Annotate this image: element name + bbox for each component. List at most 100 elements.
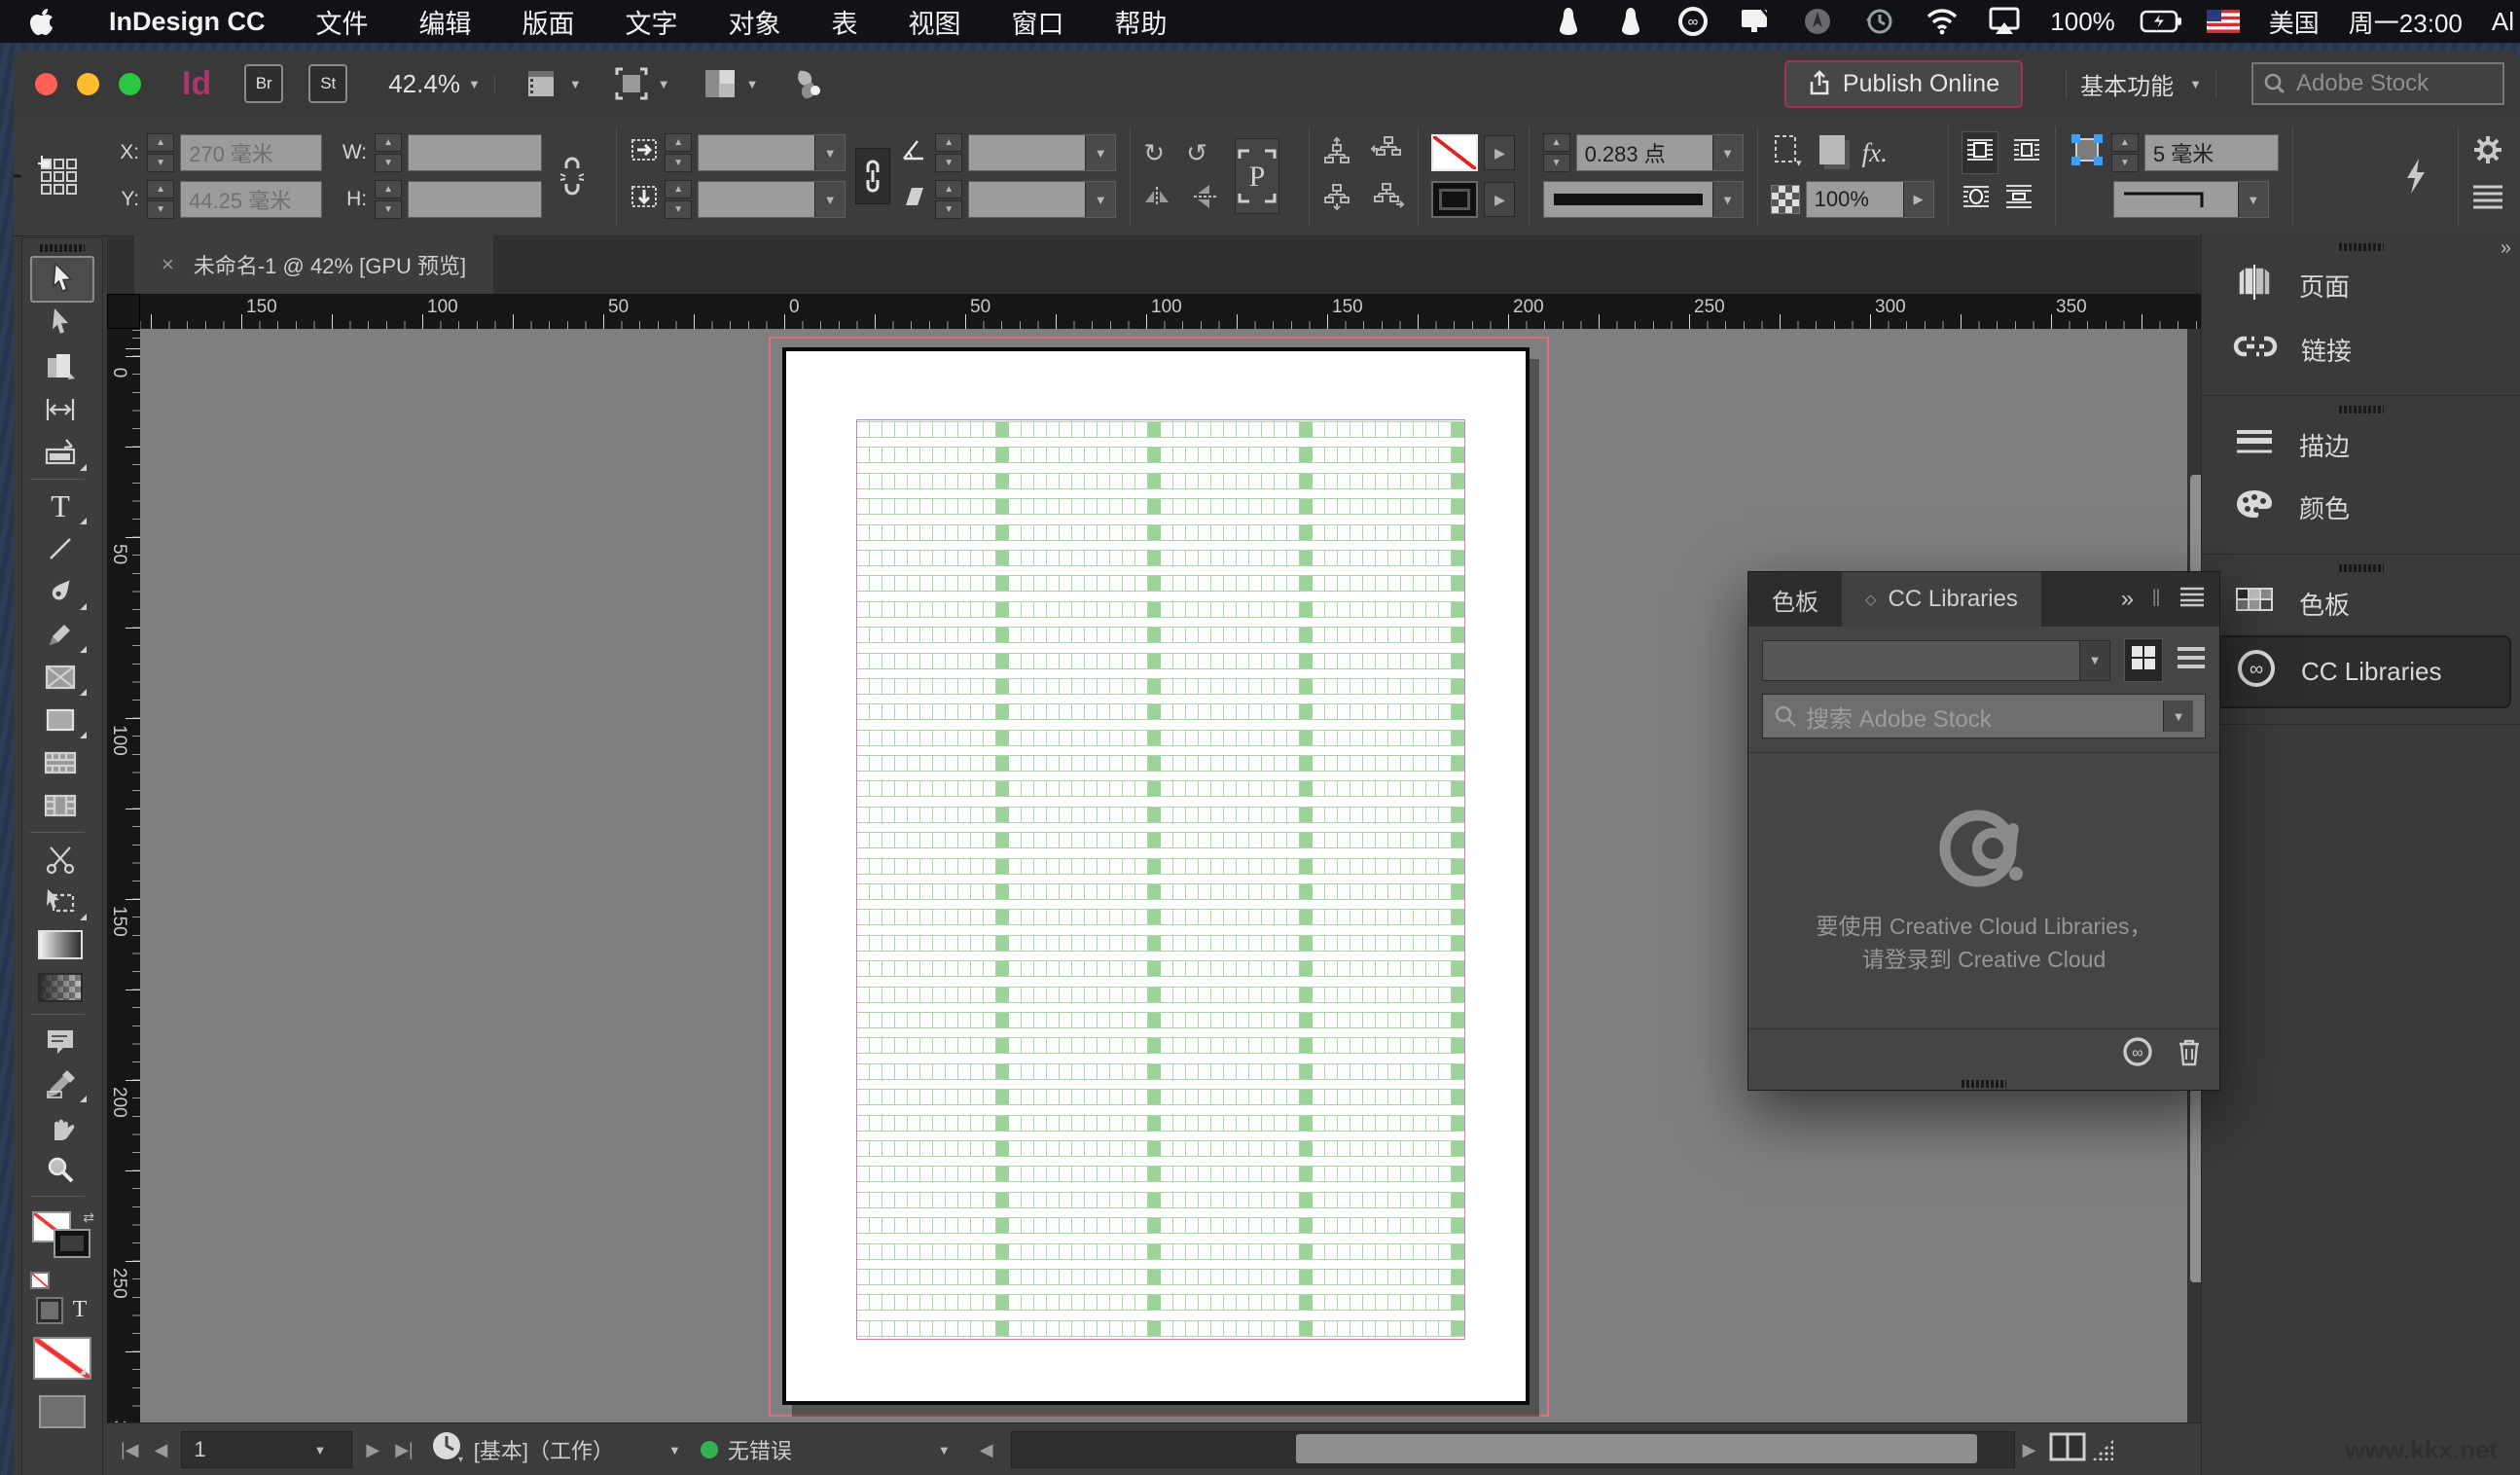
bring-to-front-button[interactable] xyxy=(1370,135,1404,170)
rotate-cw-button[interactable]: ↻ xyxy=(1143,138,1165,168)
content-collector-tool[interactable] xyxy=(30,431,90,474)
horizontal-scrollbar-thumb[interactable] xyxy=(1295,1434,1977,1463)
menubar-app-name[interactable]: InDesign CC xyxy=(109,7,266,37)
rotate-ccw-button[interactable]: ↺ xyxy=(1186,138,1207,168)
y-position-field[interactable]: 44.25 毫米 xyxy=(180,181,323,218)
gradient-feather-tool[interactable] xyxy=(30,966,90,1009)
us-flag-icon[interactable] xyxy=(2206,5,2240,38)
display-pen-icon[interactable] xyxy=(1739,5,1772,38)
stroke-weight-dropdown[interactable]: 0.283 点 ▼ xyxy=(1575,134,1744,171)
scale-x-dropdown[interactable]: ▼ xyxy=(698,134,846,171)
zoom-window-button[interactable] xyxy=(119,72,141,95)
type-tool[interactable]: T xyxy=(30,485,90,527)
wifi-icon[interactable] xyxy=(1926,5,1959,38)
scale-x-stepper[interactable]: ▲ ▼ xyxy=(665,133,693,172)
collapse-panel-chevrons[interactable]: » xyxy=(2121,586,2134,613)
send-backward-button[interactable] xyxy=(1322,182,1351,217)
frame-edges-dropdown[interactable]: ▼ xyxy=(613,65,670,102)
swap-fill-stroke-icon[interactable]: ⇄ xyxy=(83,1209,94,1226)
y-stepper[interactable]: ▲ ▼ xyxy=(147,180,175,219)
document-tab[interactable]: × 未命名-1 @ 42% [GPU 预览] xyxy=(134,235,494,294)
view-options-dropdown[interactable]: ▼ xyxy=(524,65,582,102)
stroke-swatch[interactable] xyxy=(1431,181,1479,218)
no-text-wrap-button[interactable] xyxy=(1961,131,1998,174)
next-page-button[interactable]: ▶ xyxy=(366,1440,379,1460)
close-window-button[interactable] xyxy=(35,72,57,95)
stroke-proxy-swatch[interactable] xyxy=(54,1229,90,1258)
opacity-field[interactable]: 100% ▶ xyxy=(1805,181,1934,218)
menu-type[interactable]: 文字 xyxy=(626,3,678,41)
menu-help[interactable]: 帮助 xyxy=(1115,3,1168,41)
apple-menu-icon[interactable] xyxy=(25,5,58,38)
bird-status-icon-2[interactable] xyxy=(1614,5,1647,38)
rotation-stepper[interactable]: ▲ ▼ xyxy=(935,133,963,172)
creative-cloud-menubar-icon[interactable]: ∞ xyxy=(1676,5,1710,38)
bird-status-icon-1[interactable] xyxy=(1552,5,1585,38)
preflight-status-label[interactable]: 无错误 xyxy=(728,1434,792,1465)
corner-radius-field[interactable]: 5 毫米 xyxy=(2143,134,2279,171)
send-to-back-button[interactable] xyxy=(1371,182,1405,217)
last-page-button[interactable]: ▶| xyxy=(395,1440,414,1460)
menu-window[interactable]: 窗口 xyxy=(1012,3,1064,41)
tools-panel-grip[interactable] xyxy=(40,244,85,252)
library-select-dropdown[interactable]: ▼ xyxy=(1762,639,2110,681)
gap-tool[interactable] xyxy=(30,388,90,431)
constrain-proportions-broken-link-icon[interactable] xyxy=(558,157,587,196)
rotation-dropdown[interactable]: ▼ xyxy=(968,134,1117,171)
horizontal-scrollbar[interactable] xyxy=(1010,1431,2015,1468)
eyedropper-tool[interactable] xyxy=(30,1062,90,1105)
horizontal-ruler[interactable]: 150 100 50 0 50 100 150 200 250 300 350 xyxy=(140,294,2214,329)
scale-y-stepper[interactable]: ▲ ▼ xyxy=(665,180,693,219)
cc-panel-resize-grip[interactable] xyxy=(1962,1080,2006,1088)
zoom-tool[interactable] xyxy=(30,1148,90,1191)
airplay-icon[interactable] xyxy=(1988,5,2021,38)
jump-object-button[interactable] xyxy=(2004,182,2034,217)
pen-tool[interactable] xyxy=(30,570,90,613)
corner-radius-stepper[interactable]: ▲ ▼ xyxy=(2110,133,2139,172)
list-view-button[interactable] xyxy=(2177,646,2206,674)
fill-swatch-none[interactable] xyxy=(1431,134,1479,171)
menu-file[interactable]: 文件 xyxy=(316,3,369,41)
rectangle-tool[interactable] xyxy=(30,699,90,741)
bridge-button[interactable]: Br xyxy=(244,64,284,103)
menu-layout[interactable]: 版面 xyxy=(522,3,575,41)
dock-item-pages[interactable]: 页面 xyxy=(2212,253,2511,318)
page-tool[interactable] xyxy=(30,345,90,388)
selection-tool[interactable] xyxy=(30,256,94,303)
constrain-scale-link-button[interactable] xyxy=(855,148,891,204)
ruler-origin-corner[interactable] xyxy=(107,294,140,329)
control-panel-gear-icon[interactable] xyxy=(2471,133,2504,172)
gpu-performance-icon[interactable] xyxy=(2403,157,2429,196)
default-fill-stroke-icon[interactable] xyxy=(30,1272,50,1289)
effects-fx-button[interactable]: fx. xyxy=(1862,138,1888,168)
previous-page-button[interactable]: ◀ xyxy=(155,1440,168,1460)
stroke-flyout-arrow[interactable]: ▶ xyxy=(1484,182,1516,217)
corner-options-button[interactable]: ▾ xyxy=(1771,132,1802,173)
fill-stroke-proxy[interactable]: ⇄ xyxy=(30,1209,94,1289)
drop-shadow-button[interactable] xyxy=(1818,135,1845,170)
h-stepper[interactable]: ▲ ▼ xyxy=(375,180,403,219)
minimize-window-button[interactable] xyxy=(77,72,99,95)
scroll-right-arrow[interactable]: ▶ xyxy=(2023,1440,2036,1460)
hand-tool[interactable] xyxy=(30,1105,90,1148)
formatting-affects-text-button[interactable]: T xyxy=(73,1297,88,1323)
pencil-tool[interactable] xyxy=(30,613,90,656)
bring-forward-button[interactable] xyxy=(1322,135,1351,170)
menu-edit[interactable]: 编辑 xyxy=(419,3,472,41)
dock-group-grip[interactable] xyxy=(2339,406,2384,414)
app-flower-icon[interactable] xyxy=(789,64,828,103)
height-field[interactable] xyxy=(408,181,543,218)
view-mode-button[interactable] xyxy=(39,1395,86,1428)
document-page[interactable] xyxy=(782,347,1530,1405)
w-stepper[interactable]: ▲ ▼ xyxy=(375,133,403,172)
formatting-affects-container-button[interactable] xyxy=(35,1296,63,1324)
menubar-clock[interactable]: 周一23:00 xyxy=(2349,4,2463,40)
close-tab-icon[interactable]: × xyxy=(162,252,174,277)
flip-horizontal-button[interactable] xyxy=(1143,185,1170,215)
stroke-type-dropdown[interactable]: ▼ xyxy=(1542,181,1744,218)
direct-selection-tool[interactable] xyxy=(30,303,90,345)
first-page-button[interactable]: |◀ xyxy=(121,1440,139,1460)
wrap-bounding-box-button[interactable] xyxy=(2012,135,2041,170)
shear-stepper[interactable]: ▲ ▼ xyxy=(935,180,963,219)
adobe-stock-search[interactable]: Adobe Stock xyxy=(2251,62,2504,105)
